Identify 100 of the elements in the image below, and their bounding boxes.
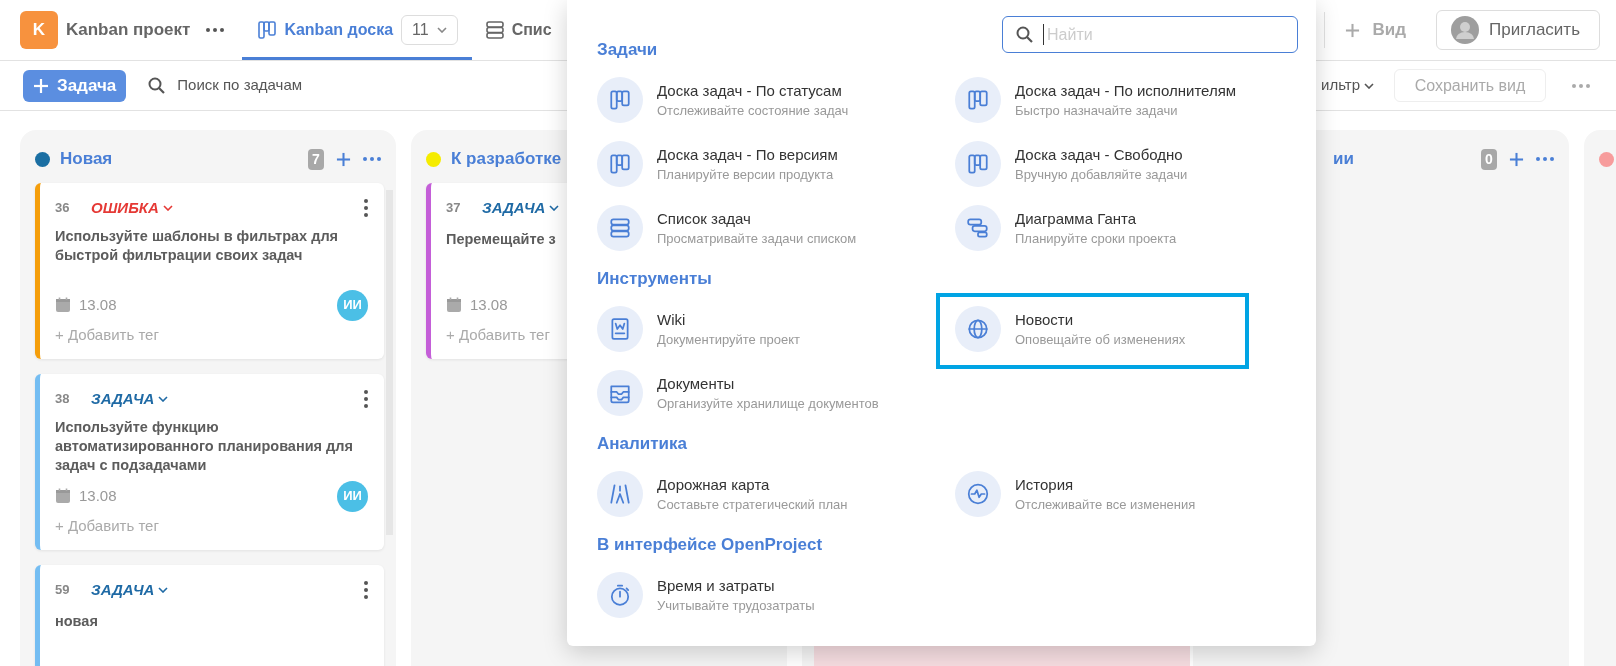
- column-title: Новая: [60, 148, 113, 171]
- column-title: К разработке: [451, 148, 562, 171]
- menu-item-subtitle: Учитывайте трудозатраты: [657, 596, 815, 615]
- board-icon: [966, 152, 990, 176]
- menu-item-title: История: [1015, 474, 1075, 495]
- calendar-icon: [55, 297, 71, 313]
- task-card[interactable]: 59 ЗАДАЧА новая: [35, 565, 384, 666]
- more-icon[interactable]: [1536, 157, 1554, 161]
- add-card-icon[interactable]: [1509, 151, 1524, 167]
- invite-button[interactable]: Пригласить: [1436, 10, 1600, 50]
- menu-item-title: Дорожная карта: [657, 474, 771, 495]
- menu-item[interactable]: Список задач Просматривайте задачи списком: [597, 205, 863, 251]
- road-icon: [608, 482, 632, 506]
- board-icon: [966, 88, 990, 112]
- user-avatar-icon: [1451, 16, 1479, 44]
- kebab-icon[interactable]: [364, 199, 368, 217]
- section-heading: Инструменты: [597, 268, 713, 290]
- menu-item[interactable]: Время и затраты Учитывайте трудозатраты: [597, 572, 821, 618]
- card-title: новая: [55, 612, 98, 631]
- task-number: 38: [55, 390, 71, 409]
- column-title: ии: [1333, 148, 1354, 171]
- menu-item-subtitle: Планируйте версии продукта: [657, 165, 835, 184]
- gantt-icon: [966, 216, 990, 240]
- menu-item[interactable]: Доска задач - По исполнителям Быстро назначайте задачи: [955, 77, 1243, 123]
- board-icon: [608, 152, 632, 176]
- menu-item-title: Список задач: [657, 208, 752, 229]
- type-dropdown[interactable]: ЗАДАЧА: [91, 578, 169, 602]
- menu-item-title: Диаграмма Ганта: [1015, 208, 1138, 229]
- menu-item[interactable]: Дорожная карта Составьте стратегический план: [597, 471, 854, 517]
- menu-item-subtitle: Вручную добавляйте задачи: [1015, 165, 1188, 184]
- menu-item-subtitle: Отслеживайте состояние задач: [657, 101, 849, 120]
- plus-icon[interactable]: [33, 77, 49, 94]
- list-icon: [483, 19, 506, 41]
- menu-item-subtitle: Документируйте проект: [657, 330, 800, 349]
- chevron-down-icon[interactable]: [436, 27, 447, 33]
- menu-item-title: Время и затраты: [657, 575, 776, 596]
- kebab-icon[interactable]: [364, 390, 368, 408]
- chevron-down-icon[interactable]: [158, 587, 169, 593]
- menu-item-title: Новости: [1015, 309, 1075, 330]
- chevron-down-icon[interactable]: [1364, 82, 1374, 89]
- add-card-icon[interactable]: [336, 151, 351, 167]
- calendar-icon: [55, 488, 71, 504]
- task-card[interactable]: 36 ОШИБКА Используйте шаблоны в фильтрах для быстрой фильтрации своих задач 13.08 ИИ + Добавить тег: [35, 183, 384, 359]
- search-icon: [148, 77, 166, 94]
- chevron-down-icon[interactable]: [158, 396, 169, 402]
- globe-icon: [966, 317, 990, 341]
- menu-item-title: Доска задач - По статусам: [657, 80, 843, 101]
- board-icon: [256, 19, 279, 41]
- plus-icon[interactable]: [1345, 22, 1361, 38]
- stopwatch-icon: [608, 583, 632, 607]
- document-icon: [608, 317, 632, 341]
- menu-item-subtitle: Быстро назначайте задачи: [1015, 101, 1179, 120]
- more-icon[interactable]: [206, 28, 225, 32]
- task-card[interactable]: 38 ЗАДАЧА Используйте функцию автоматизированного планирования для задач с подзадачами 13.08 ИИ + Добавить тег: [35, 374, 384, 550]
- board-icon: [608, 88, 632, 112]
- menu-item[interactable]: Доска задач - По статусам Отслеживайте состояние задач: [597, 77, 855, 123]
- menu-item-subtitle: Планируйте сроки проекта: [1015, 229, 1177, 248]
- menu-item[interactable]: Документы Организуйте хранилище документов: [597, 370, 885, 416]
- menu-item-title: Доска задач - Свободно: [1015, 144, 1184, 165]
- more-icon[interactable]: [363, 157, 381, 161]
- count-badge: 0: [1481, 148, 1497, 170]
- chevron-down-icon[interactable]: [162, 205, 173, 211]
- section-heading: Задачи: [597, 39, 659, 61]
- list-icon: [608, 216, 632, 240]
- filter-button[interactable]: ильтр: [1321, 74, 1374, 97]
- card-title: Используйте функцию автоматизированного планирования для задач с подзадачами: [55, 418, 354, 475]
- menu-item[interactable]: История Отслеживайте все изменения: [955, 471, 1202, 517]
- new-task-button[interactable]: Задача: [23, 69, 127, 102]
- section-heading: В интерфейсе OpenProject: [597, 534, 824, 556]
- type-dropdown[interactable]: ОШИБКА: [91, 196, 173, 220]
- menu-item-subtitle: Организуйте хранилище документов: [657, 394, 879, 413]
- view-tab[interactable]: Kanban доска 11: [242, 0, 472, 60]
- type-dropdown[interactable]: ЗАДАЧА: [482, 196, 560, 220]
- calendar-icon: [446, 297, 462, 313]
- menu-item-subtitle: Оповещайте об изменениях: [1015, 330, 1186, 349]
- section-heading: Аналитика: [597, 433, 688, 455]
- menu-item[interactable]: Диаграмма Ганта Планируйте сроки проекта: [955, 205, 1183, 251]
- menu-item[interactable]: Wiki Документируйте проект: [597, 306, 806, 352]
- card-title: Перемещайте з: [446, 230, 556, 249]
- menu-item-title: Доска задач - По исполнителям: [1015, 80, 1237, 101]
- card-title: Используйте шаблоны в фильтрах для быстрой фильтрации своих задач: [55, 227, 340, 265]
- chevron-down-icon[interactable]: [549, 205, 560, 211]
- kebab-icon[interactable]: [364, 581, 368, 599]
- task-number: 37: [446, 199, 462, 218]
- menu-item[interactable]: Доска задач - Свободно Вручную добавляйте задачи: [955, 141, 1194, 187]
- menu-item[interactable]: Новости Оповещайте об изменениях: [955, 306, 1192, 352]
- due-date: 13.08: [79, 294, 117, 315]
- activity-icon: [966, 482, 990, 506]
- menu-item-subtitle: Отслеживайте все изменения: [1015, 495, 1196, 514]
- text-cursor: [1043, 24, 1044, 45]
- view-tab[interactable]: Спис: [471, 0, 554, 60]
- menu-item-title: Документы: [657, 373, 736, 394]
- project-name[interactable]: Kanban проект: [66, 17, 191, 43]
- menu-item-title: Доска задач - По версиям: [657, 144, 838, 165]
- search-icon: [1016, 26, 1033, 43]
- due-date: 13.08: [79, 485, 117, 506]
- type-dropdown[interactable]: ЗАДАЧА: [91, 387, 169, 411]
- menu-item[interactable]: Доска задач - По версиям Планируйте версии продукта: [597, 141, 844, 187]
- menu-item-subtitle: Просматривайте задачи списком: [657, 229, 857, 248]
- task-search-field[interactable]: Поиск по задачам: [177, 74, 378, 97]
